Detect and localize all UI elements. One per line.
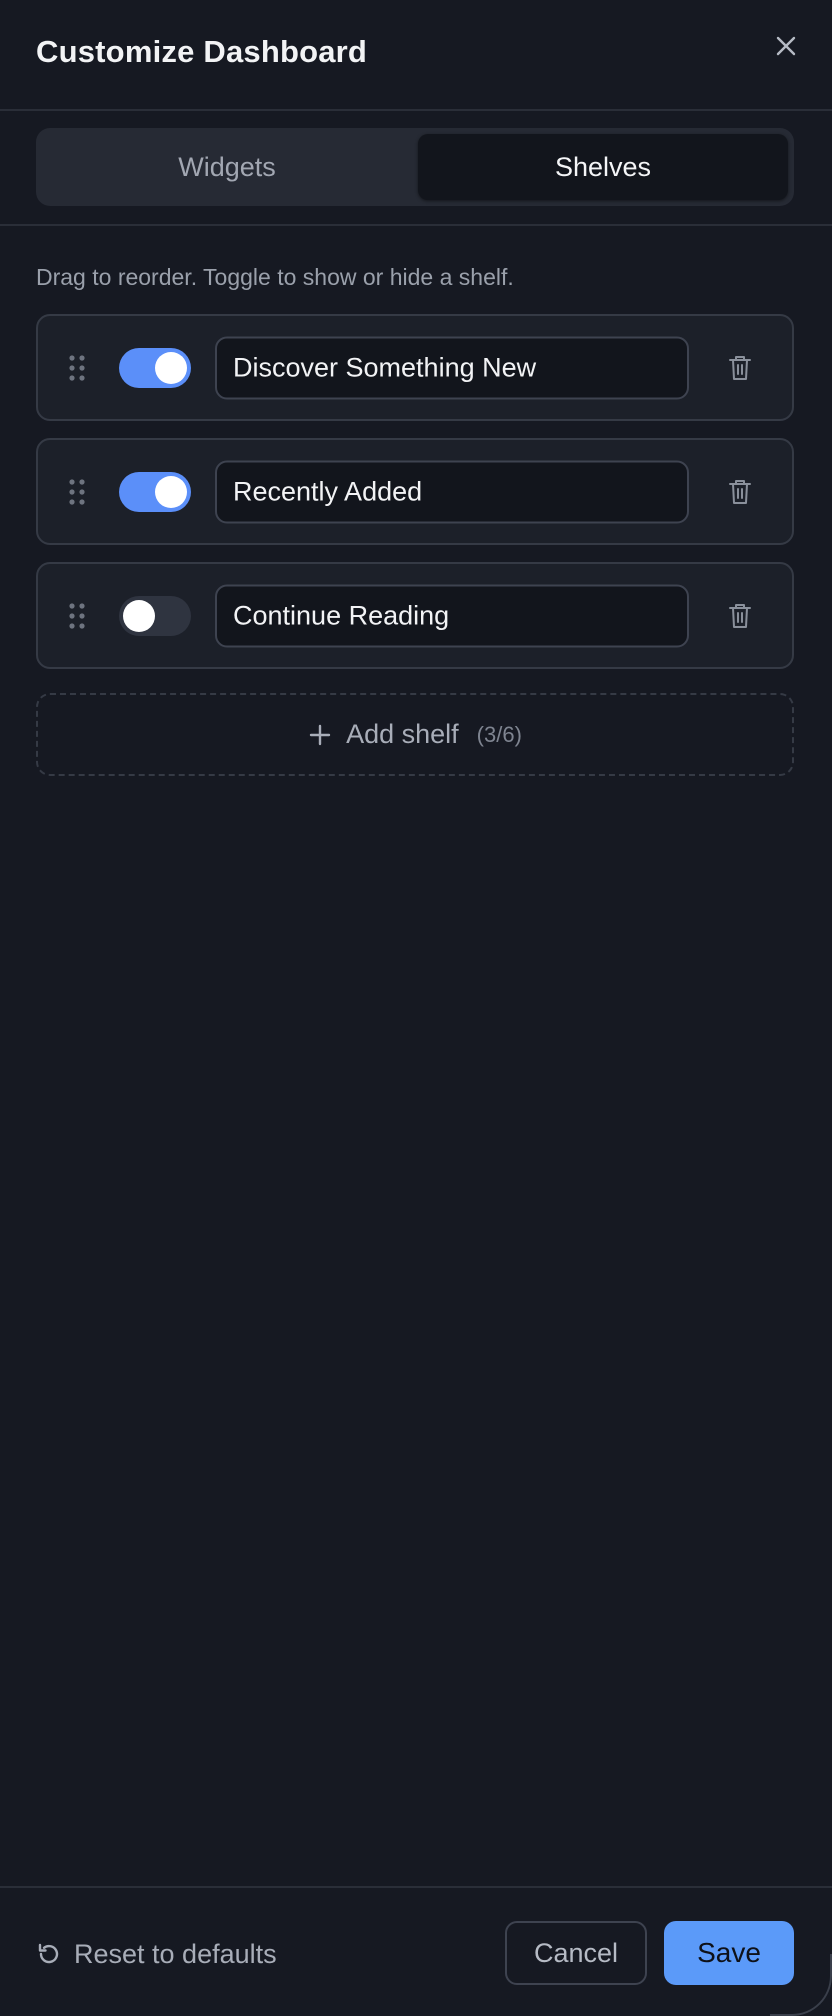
plus-icon [309, 724, 331, 745]
drag-handle-icon[interactable] [68, 354, 86, 382]
instructions-text: Drag to reorder. Toggle to show or hide … [36, 264, 514, 290]
save-button[interactable]: Save [664, 1921, 794, 1985]
cancel-button[interactable]: Cancel [505, 1921, 647, 1985]
shelf-name-input[interactable] [215, 460, 689, 523]
tabs-section: Widgets Shelves [0, 111, 832, 226]
shelf-count: (3/6) [476, 721, 522, 747]
add-shelf-button[interactable]: Add shelf (3/6) [36, 693, 794, 776]
customize-dashboard-dialog: Customize Dashboard Widgets Shelves Drag… [0, 0, 832, 2016]
close-button[interactable] [770, 30, 802, 62]
shelf-visibility-toggle[interactable] [119, 595, 191, 636]
shelf-row [36, 438, 794, 545]
trash-icon [729, 355, 751, 380]
reset-label: Reset to defaults [74, 1938, 277, 1969]
add-shelf-label: Add shelf [346, 719, 459, 749]
shelf-name-input[interactable] [215, 336, 689, 399]
toggle-knob [155, 351, 187, 384]
shelf-name-input[interactable] [215, 584, 689, 647]
delete-shelf-button[interactable] [726, 477, 754, 507]
shelf-visibility-toggle[interactable] [119, 347, 191, 388]
tab-bar: Widgets Shelves [36, 128, 794, 206]
delete-shelf-button[interactable] [726, 601, 754, 631]
trash-icon [729, 479, 751, 504]
shelf-row [36, 562, 794, 669]
shelf-visibility-toggle[interactable] [119, 471, 191, 512]
dialog-header: Customize Dashboard [0, 0, 832, 111]
drag-handle-icon[interactable] [68, 478, 86, 506]
close-icon [776, 36, 796, 56]
shelf-list [36, 314, 796, 669]
dialog-footer: Reset to defaults Cancel Save [0, 1886, 832, 2016]
dialog-title: Customize Dashboard [36, 34, 368, 69]
reset-defaults-button[interactable]: Reset to defaults [36, 1934, 277, 1974]
shelf-row [36, 314, 794, 421]
drag-handle-icon[interactable] [68, 602, 86, 630]
tab-widgets[interactable]: Widgets [42, 134, 412, 200]
reset-icon [38, 1943, 59, 1964]
tab-shelves[interactable]: Shelves [418, 134, 788, 200]
toggle-knob [123, 599, 155, 632]
delete-shelf-button[interactable] [726, 353, 754, 383]
toggle-knob [155, 475, 187, 508]
trash-icon [729, 603, 751, 628]
shelves-content: Drag to reorder. Toggle to show or hide … [0, 262, 832, 776]
